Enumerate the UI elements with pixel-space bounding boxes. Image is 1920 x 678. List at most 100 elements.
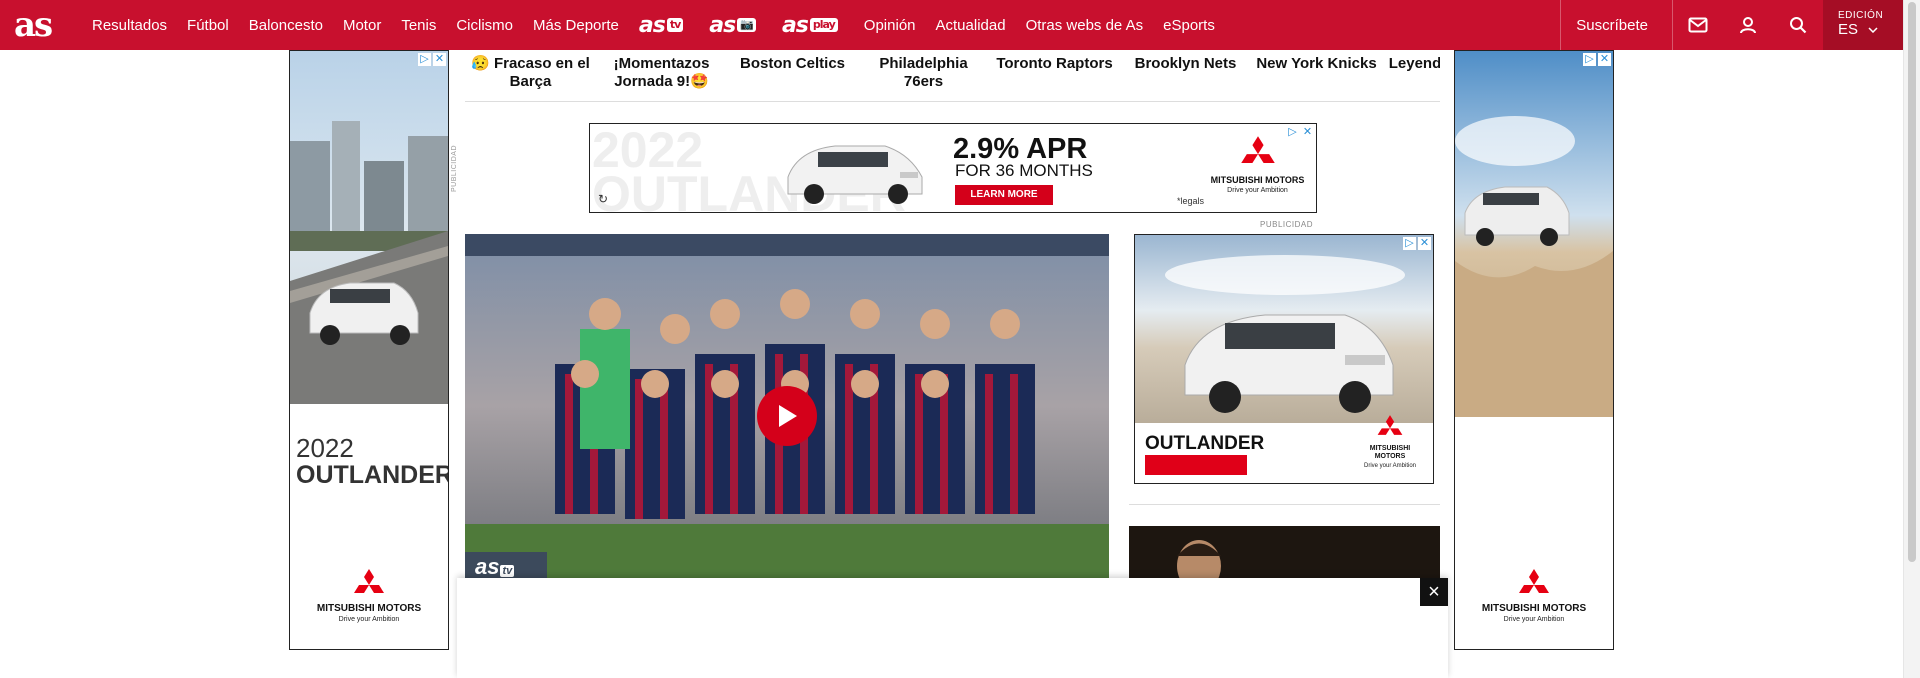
publicidad-label: PUBLICIDAD xyxy=(451,145,458,193)
close-icon[interactable]: ✕ xyxy=(433,53,446,66)
page-scrollbar[interactable] xyxy=(1903,0,1920,678)
mitsubishi-logo: MITSUBISHI MOTORS Drive your Ambition xyxy=(1210,136,1305,194)
mitsubishi-brand: MITSUBISHI MOTORS xyxy=(1481,603,1587,614)
banner-legals[interactable]: *legals xyxy=(1177,196,1204,206)
scrollbar-thumb[interactable] xyxy=(1908,2,1916,562)
search-icon[interactable] xyxy=(1773,0,1823,50)
ad-choices-badge[interactable]: ▷ ✕ xyxy=(1286,126,1314,139)
topic-philadelphia[interactable]: Philadelphia 76ers xyxy=(858,50,989,101)
refresh-icon[interactable]: ↻ xyxy=(598,192,608,206)
brand-tv-suffix: tv xyxy=(666,18,684,32)
nav-item-esports[interactable]: eSports xyxy=(1163,17,1215,34)
ad-choices-badge[interactable]: ▷ ✕ xyxy=(1403,237,1431,250)
leaderboard-ad[interactable]: 2022 OUTLANDER 2.9% APR FOR 36 MONTHS LE… xyxy=(589,123,1317,213)
brand-as-text: as xyxy=(709,12,736,38)
play-button[interactable] xyxy=(757,386,817,446)
nav-item-opinion[interactable]: Opinión xyxy=(864,17,916,34)
news-photo xyxy=(1129,526,1440,578)
banner-apr-headline: 2.9% APR xyxy=(953,133,1088,165)
adchoices-icon[interactable]: ▷ xyxy=(418,53,431,66)
right-skyscraper-ad[interactable]: ▷ ✕ MITSUBISHI MOTORS Drive your Ambition xyxy=(1454,50,1614,650)
mitsubishi-tagline: Drive your Ambition xyxy=(1363,463,1417,469)
close-icon[interactable]: ✕ xyxy=(1598,53,1611,66)
mitsubishi-brand: MITSUBISHI MOTORS xyxy=(1210,175,1305,185)
nav-brand-as-photo[interactable]: as 📷 xyxy=(709,13,756,38)
camera-icon: 📷 xyxy=(737,18,756,32)
topic-fracaso-barca[interactable]: 😥 Fracaso en el Barça xyxy=(465,50,596,101)
nav-item-mas-deporte[interactable]: Más Deporte xyxy=(533,17,619,34)
astv-badge: as tv xyxy=(465,552,547,578)
mpu-model-title: OUTLANDER xyxy=(1145,433,1265,454)
mitsubishi-diamonds-icon xyxy=(1240,136,1275,164)
ad-car-photo xyxy=(787,145,923,204)
left-skyscraper-ad[interactable]: ▷ ✕ 2022 OUTLANDER MITSUBISHI MOTORS Driv… xyxy=(289,50,449,650)
ad-choices-badge[interactable]: ▷ ✕ xyxy=(1583,53,1611,66)
publicidad-label: PUBLICIDAD xyxy=(1260,220,1314,229)
ad-model-name: OUTLANDER xyxy=(296,461,449,489)
ad-car-photo xyxy=(1135,235,1433,423)
topic-boston-celtics[interactable]: Boston Celtics xyxy=(727,50,858,101)
nav-item-ciclismo[interactable]: Ciclismo xyxy=(456,17,513,34)
edition-value: ES xyxy=(1838,21,1859,38)
brand-play-suffix: play xyxy=(809,18,838,32)
brand-as-text: as xyxy=(638,12,666,38)
mitsubishi-logo: MITSUBISHI MOTORS Drive your Ambition xyxy=(1455,569,1613,623)
edition-label: EDICIÓN xyxy=(1838,10,1884,21)
learn-more-button[interactable]: LEARN MORE xyxy=(955,185,1053,205)
nav-item-baloncesto[interactable]: Baloncesto xyxy=(249,17,323,34)
banner-term: FOR 36 MONTHS xyxy=(955,161,1093,180)
adchoices-icon[interactable]: ▷ xyxy=(1583,53,1596,66)
brand-as-text: as xyxy=(781,12,809,38)
subscribe-link[interactable]: Suscríbete xyxy=(1561,17,1672,34)
topic-new-york[interactable]: New York Knicks xyxy=(1251,50,1382,101)
close-icon[interactable]: ✕ xyxy=(1418,237,1431,250)
topic-brooklyn[interactable]: Brooklyn Nets xyxy=(1120,50,1251,101)
edition-selector[interactable]: EDICIÓN ES xyxy=(1823,0,1903,50)
nav-item-otras-webs[interactable]: Otras webs de As xyxy=(1026,17,1144,34)
main-menu: Resultados Fútbol Baloncesto Motor Tenis… xyxy=(92,0,1235,50)
nav-brand-as-play[interactable]: as play xyxy=(782,13,838,38)
news-thumbnail[interactable] xyxy=(1129,526,1440,578)
ad-choices-badge[interactable]: ▷ ✕ xyxy=(418,53,446,66)
nav-item-actualidad[interactable]: Actualidad xyxy=(936,17,1006,34)
nav-item-futbol[interactable]: Fútbol xyxy=(187,17,229,34)
nav-item-tenis[interactable]: Tenis xyxy=(401,17,436,34)
sticky-bottom-ad[interactable] xyxy=(457,578,1448,678)
mitsubishi-tagline: Drive your Ambition xyxy=(1227,187,1288,194)
mitsubishi-logo: MITSUBISHI MOTORS Drive your Ambition xyxy=(1355,415,1425,469)
featured-video-player[interactable]: as tv xyxy=(465,234,1109,578)
mitsubishi-brand: MITSUBISHI MOTORS xyxy=(1369,445,1411,460)
ad-car-photo xyxy=(1455,51,1613,417)
nav-right-tools: Suscríbete EDICIÓN ES xyxy=(1560,0,1903,50)
ad-car-photo xyxy=(290,51,448,404)
mitsubishi-diamonds-icon xyxy=(354,569,384,593)
user-icon[interactable] xyxy=(1723,0,1773,50)
close-icon[interactable]: ✕ xyxy=(1301,126,1314,139)
ad-model-year: 2022 xyxy=(296,433,354,463)
adchoices-icon[interactable]: ▷ xyxy=(1286,126,1299,139)
section-divider xyxy=(1129,504,1440,505)
topic-leyendas[interactable]: Leyend mate a L xyxy=(1382,50,1440,101)
mitsubishi-tagline: Drive your Ambition xyxy=(1503,616,1565,623)
mitsubishi-logo: MITSUBISHI MOTORS Drive your Ambition xyxy=(290,569,448,623)
chevron-down-icon xyxy=(1868,26,1878,33)
close-icon[interactable]: × xyxy=(1420,578,1448,606)
mitsubishi-brand: MITSUBISHI MOTORS xyxy=(316,603,422,614)
adchoices-icon[interactable]: ▷ xyxy=(1403,237,1416,250)
nav-item-motor[interactable]: Motor xyxy=(343,17,381,34)
mitsubishi-diamonds-icon xyxy=(1519,569,1549,593)
mpu-ad[interactable]: ▷ ✕ OUTLANDER MITSUBISHI MOTORS Drive you… xyxy=(1134,234,1434,484)
nav-item-resultados[interactable]: Resultados xyxy=(92,17,167,34)
top-navigation-bar: as Resultados Fútbol Baloncesto Motor Te… xyxy=(0,0,1903,50)
mpu-cta-button[interactable] xyxy=(1145,455,1247,475)
astv-badge-text: as xyxy=(475,554,500,578)
site-logo[interactable]: as xyxy=(14,6,64,44)
mitsubishi-diamonds-icon xyxy=(1377,415,1403,435)
astv-badge-suffix: tv xyxy=(500,565,515,577)
topic-momentazos[interactable]: ¡Momentazos Jornada 9!🤩 xyxy=(596,50,727,101)
nav-brand-astv[interactable]: as tv xyxy=(638,12,684,38)
play-icon xyxy=(779,405,797,427)
mitsubishi-tagline: Drive your Ambition xyxy=(338,616,400,623)
topic-toronto[interactable]: Toronto Raptors xyxy=(989,50,1120,101)
mail-icon[interactable] xyxy=(1673,0,1723,50)
